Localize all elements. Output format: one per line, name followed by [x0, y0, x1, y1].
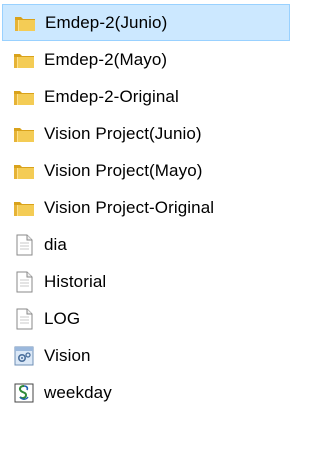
- file-list-item[interactable]: Vision Project(Mayo): [0, 152, 303, 189]
- file-list-item[interactable]: weekday: [0, 374, 303, 411]
- document-icon: [12, 233, 36, 257]
- folder-icon: [13, 11, 37, 35]
- file-name-label: Emdep-2(Junio): [45, 12, 168, 32]
- file-list-item[interactable]: LOG: [0, 300, 303, 337]
- file-name-label: dia: [44, 234, 67, 254]
- file-name-label: Emdep-2(Mayo): [44, 49, 168, 69]
- folder-icon: [12, 122, 36, 146]
- file-list-item[interactable]: Vision Project-Original: [0, 189, 303, 226]
- file-list-item[interactable]: Vision Project(Junio): [0, 115, 303, 152]
- file-list-item[interactable]: Historial: [0, 263, 303, 300]
- settings-file-icon: [12, 344, 36, 368]
- folder-icon: [12, 48, 36, 72]
- file-name-label: LOG: [44, 308, 81, 328]
- folder-icon: [12, 85, 36, 109]
- file-list-item[interactable]: Emdep-2(Junio): [2, 4, 290, 41]
- folder-icon: [12, 196, 36, 220]
- file-list: Emdep-2(Junio) Emdep-2(Mayo) Emdep-2-Ori…: [0, 4, 303, 411]
- file-name-label: Vision Project-Original: [44, 197, 215, 217]
- document-icon: [12, 307, 36, 331]
- file-name-label: Vision: [44, 345, 91, 365]
- file-list-item[interactable]: Emdep-2-Original: [0, 78, 303, 115]
- script-icon: [12, 381, 36, 405]
- file-list-item[interactable]: Emdep-2(Mayo): [0, 41, 303, 78]
- file-name-label: Vision Project(Junio): [44, 123, 202, 143]
- file-name-label: Emdep-2-Original: [44, 86, 179, 106]
- file-name-label: Vision Project(Mayo): [44, 160, 203, 180]
- file-list-item[interactable]: Vision: [0, 337, 303, 374]
- file-name-label: Historial: [44, 271, 107, 291]
- folder-icon: [12, 159, 36, 183]
- document-icon: [12, 270, 36, 294]
- file-list-item[interactable]: dia: [0, 226, 303, 263]
- file-name-label: weekday: [44, 382, 112, 402]
